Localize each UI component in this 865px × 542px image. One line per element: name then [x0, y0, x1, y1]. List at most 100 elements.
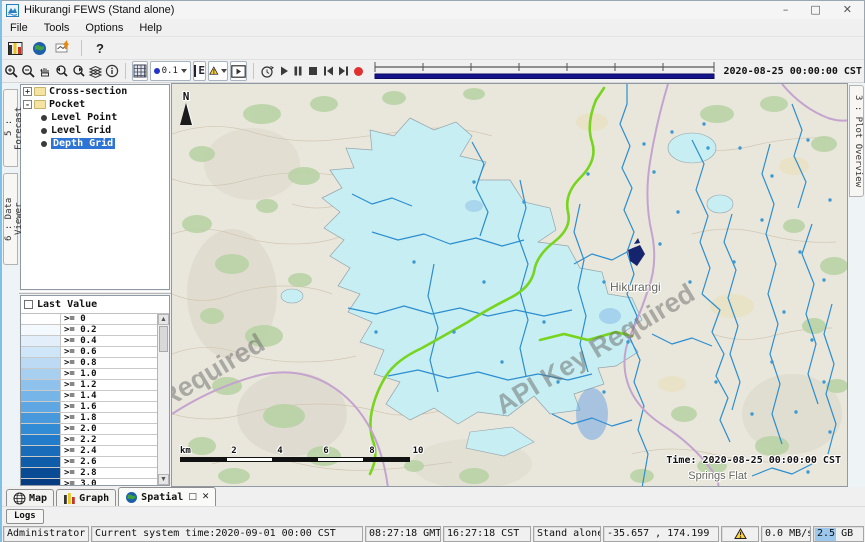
plot-display-button[interactable] — [53, 38, 73, 58]
legend-row[interactable]: >= 0.2 — [21, 325, 157, 336]
scroll-thumb[interactable] — [159, 326, 168, 352]
data-explorer-button[interactable] — [5, 38, 25, 58]
legend-swatch — [21, 325, 61, 335]
map-canvas — [172, 84, 848, 487]
legend-row[interactable]: >= 3.0 — [21, 479, 157, 485]
legend-row[interactable]: >= 1.8 — [21, 413, 157, 424]
legend-value: >= 2.2 — [61, 435, 157, 445]
scroll-up-icon[interactable]: ▲ — [158, 314, 169, 325]
menu-tools[interactable]: Tools — [36, 19, 78, 37]
legend-header: Last Value — [21, 296, 169, 313]
tab-close-button[interactable]: ✕ — [202, 492, 210, 502]
logs-button[interactable]: Logs — [6, 509, 44, 524]
zoom-next-button[interactable] — [71, 61, 86, 81]
tab-data-viewer[interactable]: 6 : Data Viewer — [3, 173, 18, 265]
zoom-out-button[interactable] — [21, 61, 36, 81]
pause-button[interactable] — [292, 61, 305, 81]
folder-icon — [34, 87, 46, 96]
minimize-button[interactable]: – — [783, 1, 789, 19]
legend-row[interactable]: >= 0.6 — [21, 347, 157, 358]
thresholds-dropdown[interactable] — [208, 61, 228, 81]
legend-swatch — [21, 424, 61, 434]
legend-row[interactable]: >= 1.4 — [21, 391, 157, 402]
close-button[interactable]: ✕ — [843, 1, 852, 19]
left-panel: + Cross-section - Pocket Level Point Lev… — [19, 83, 171, 487]
tree-item-level-point[interactable]: Level Point — [21, 111, 169, 124]
movie-icon — [231, 65, 246, 78]
map-viewport[interactable]: API Key Required API Key Required N Hiku… — [171, 83, 848, 487]
zoom-previous-button[interactable] — [54, 61, 69, 81]
app-window: Hikurangi FEWS (Stand alone) – □ ✕ File … — [0, 0, 865, 542]
title-bar: Hikurangi FEWS (Stand alone) – □ ✕ — [2, 1, 864, 19]
map-toolbar: 0.1 E — [2, 60, 864, 83]
scroll-down-icon[interactable]: ▼ — [158, 474, 169, 485]
longitudinal-profile-button[interactable]: E — [193, 61, 207, 81]
tab-plot-overview[interactable]: 3 : Plot Overview — [849, 85, 864, 197]
place-label-springs-flat: Springs Flat — [688, 470, 747, 482]
pause-icon — [292, 65, 304, 77]
menu-options[interactable]: Options — [77, 19, 131, 37]
tree-item-pocket[interactable]: - Pocket — [21, 98, 169, 111]
scale-tick: 6 — [323, 446, 328, 456]
status-warning[interactable] — [721, 526, 759, 542]
chevron-down-icon — [181, 69, 187, 73]
help-button[interactable]: ? — [90, 38, 110, 58]
legend-row[interactable]: >= 1.0 — [21, 369, 157, 380]
menu-bar: File Tools Options Help — [2, 19, 864, 37]
tree-item-depth-grid[interactable]: Depth Grid — [21, 137, 169, 150]
legend-row[interactable]: >= 2.0 — [21, 424, 157, 435]
class-dot-icon — [154, 68, 160, 74]
stop-button[interactable] — [307, 61, 320, 81]
legend-row[interactable]: >= 0 — [21, 314, 157, 325]
tab-graph[interactable]: Graph — [56, 489, 116, 506]
status-memory: 2.5 GB — [813, 526, 864, 542]
legend-row[interactable]: >= 0.8 — [21, 358, 157, 369]
legend-swatch — [21, 446, 61, 456]
classification-dropdown[interactable]: 0.1 — [150, 61, 191, 81]
timeline-slider[interactable] — [372, 61, 717, 81]
zoom-in-button[interactable] — [4, 61, 19, 81]
maximize-button[interactable]: □ — [810, 1, 820, 19]
legend-value: >= 3.0 — [61, 479, 157, 485]
legend-scrollbar[interactable]: ▲ ▼ — [157, 314, 169, 485]
animation-button[interactable] — [230, 61, 247, 81]
menu-file[interactable]: File — [2, 19, 36, 37]
stop-icon — [307, 65, 319, 77]
menu-help[interactable]: Help — [131, 19, 170, 37]
collapse-icon[interactable]: - — [23, 100, 32, 109]
play-icon — [278, 65, 290, 77]
toolbar-separator — [125, 63, 126, 79]
legend-row[interactable]: >= 1.2 — [21, 380, 157, 391]
grid-display-button[interactable] — [132, 61, 148, 81]
step-last-button[interactable] — [337, 61, 350, 81]
step-first-button[interactable] — [322, 61, 335, 81]
legend-row[interactable]: >= 2.4 — [21, 446, 157, 457]
tree-item-level-grid[interactable]: Level Grid — [21, 124, 169, 137]
expand-icon[interactable]: + — [23, 87, 32, 96]
panel-splitter[interactable] — [19, 291, 171, 294]
tree-item-cross-section[interactable]: + Cross-section — [21, 85, 169, 98]
tab-label: Spatial — [141, 492, 183, 503]
play-button[interactable] — [277, 61, 290, 81]
layers-button[interactable] — [88, 61, 103, 81]
timeline-track-icon — [372, 61, 717, 81]
time-step-button[interactable] — [260, 61, 275, 81]
tab-restore-button[interactable]: □ — [188, 492, 197, 502]
legend-row[interactable]: >= 0.4 — [21, 336, 157, 347]
spatial-display-button[interactable] — [29, 38, 49, 58]
legend-value: >= 2.8 — [61, 468, 157, 478]
last-value-checkbox[interactable] — [24, 300, 33, 309]
pan-button[interactable] — [38, 61, 52, 81]
zoom-previous-icon — [54, 64, 69, 79]
zoom-in-icon — [4, 64, 19, 79]
legend-row[interactable]: >= 2.6 — [21, 457, 157, 468]
legend-row[interactable]: >= 2.8 — [21, 468, 157, 479]
info-button[interactable] — [105, 61, 119, 81]
record-button[interactable] — [352, 61, 365, 81]
legend-row[interactable]: >= 2.2 — [21, 435, 157, 446]
legend-swatch — [21, 435, 61, 445]
tab-forecast[interactable]: 5 : Forecast — [3, 89, 18, 167]
tab-spatial[interactable]: Spatial □ ✕ — [118, 487, 216, 506]
legend-row[interactable]: >= 1.6 — [21, 402, 157, 413]
tab-map[interactable]: Map — [6, 489, 54, 506]
